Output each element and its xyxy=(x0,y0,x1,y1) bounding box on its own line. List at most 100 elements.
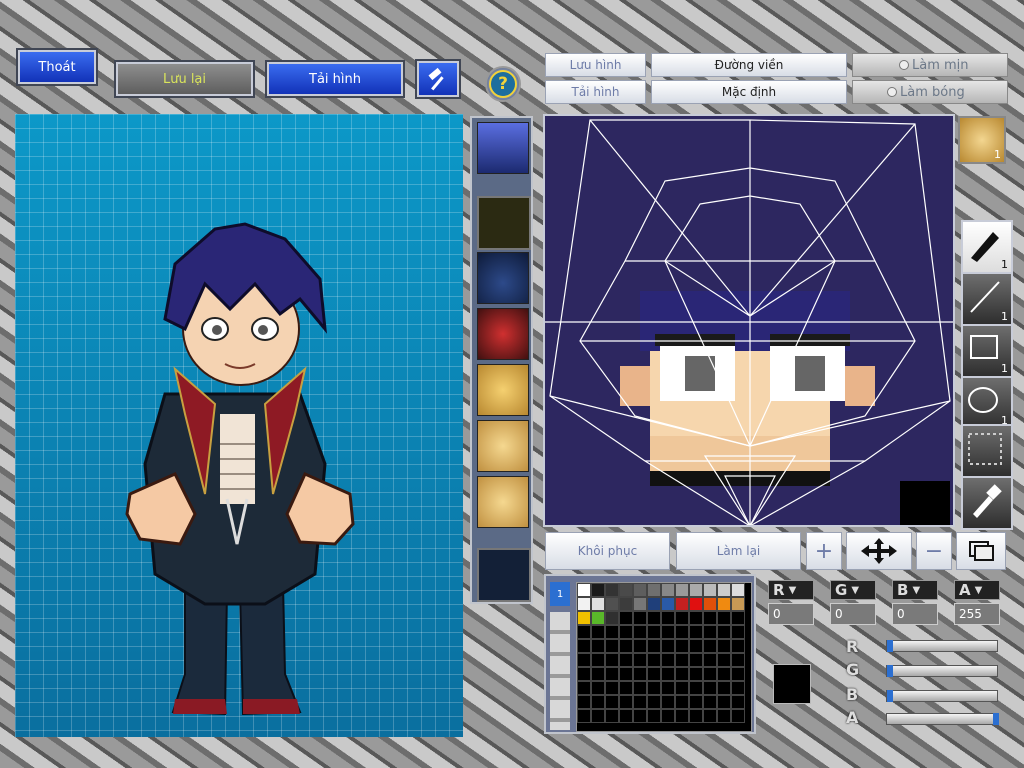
color-swatch[interactable] xyxy=(717,695,731,709)
a-value-field[interactable]: 255 xyxy=(954,603,1000,625)
color-swatch[interactable] xyxy=(577,611,591,625)
color-swatch[interactable] xyxy=(605,597,619,611)
color-swatch[interactable] xyxy=(619,639,633,653)
color-swatch[interactable] xyxy=(675,611,689,625)
color-swatch[interactable] xyxy=(675,583,689,597)
g-slider-knob[interactable] xyxy=(887,665,893,677)
color-swatch[interactable] xyxy=(717,709,731,723)
color-swatch[interactable] xyxy=(731,653,745,667)
color-swatch[interactable] xyxy=(633,611,647,625)
color-swatch[interactable] xyxy=(703,611,717,625)
color-swatch[interactable] xyxy=(647,583,661,597)
color-swatch[interactable] xyxy=(591,583,605,597)
color-swatch[interactable] xyxy=(717,625,731,639)
color-swatch[interactable] xyxy=(689,639,703,653)
color-swatch[interactable] xyxy=(647,597,661,611)
b-slider[interactable] xyxy=(886,690,998,702)
color-swatch[interactable] xyxy=(731,639,745,653)
color-swatch[interactable] xyxy=(591,625,605,639)
b-channel-dropdown[interactable]: B ▼ xyxy=(892,580,938,600)
color-swatch[interactable] xyxy=(605,681,619,695)
color-swatch[interactable] xyxy=(675,639,689,653)
color-swatch[interactable] xyxy=(703,653,717,667)
color-swatch[interactable] xyxy=(703,681,717,695)
color-swatch[interactable] xyxy=(703,709,717,723)
face-part-thumb[interactable]: 1 xyxy=(958,116,1006,164)
color-swatch[interactable] xyxy=(633,583,647,597)
color-swatch[interactable] xyxy=(577,625,591,639)
color-swatch[interactable] xyxy=(675,625,689,639)
color-swatch[interactable] xyxy=(731,625,745,639)
color-swatch[interactable] xyxy=(647,639,661,653)
color-swatch[interactable] xyxy=(661,639,675,653)
color-swatch[interactable] xyxy=(689,667,703,681)
color-swatch[interactable] xyxy=(675,597,689,611)
color-swatch[interactable] xyxy=(577,653,591,667)
eyedropper-tool[interactable] xyxy=(961,476,1013,530)
color-swatch[interactable] xyxy=(619,667,633,681)
g-channel-dropdown[interactable]: G ▼ xyxy=(830,580,876,600)
a-slider[interactable] xyxy=(886,713,999,725)
color-swatch[interactable] xyxy=(577,597,591,611)
default-button[interactable]: Mặc định xyxy=(651,80,847,104)
g-value-field[interactable]: 0 xyxy=(830,603,876,625)
color-swatch[interactable] xyxy=(605,625,619,639)
restore-button[interactable]: Khôi phục xyxy=(545,532,670,570)
color-swatch[interactable] xyxy=(717,681,731,695)
color-swatch[interactable] xyxy=(647,681,661,695)
color-swatch[interactable] xyxy=(675,653,689,667)
color-swatch[interactable] xyxy=(731,611,745,625)
color-swatch[interactable] xyxy=(577,709,591,723)
color-swatch[interactable] xyxy=(591,681,605,695)
save-image-button[interactable]: Lưu hình xyxy=(545,53,646,77)
color-swatch[interactable] xyxy=(647,667,661,681)
color-swatch[interactable] xyxy=(689,597,703,611)
color-swatch[interactable] xyxy=(717,639,731,653)
r-slider[interactable] xyxy=(886,640,998,652)
color-swatch[interactable] xyxy=(605,653,619,667)
part-thumb-armor[interactable] xyxy=(477,308,529,360)
color-swatch[interactable] xyxy=(619,653,633,667)
redo-button[interactable]: Làm lại xyxy=(676,532,801,570)
color-swatch[interactable] xyxy=(605,695,619,709)
pen-tool[interactable]: 1 xyxy=(961,220,1013,274)
color-swatch[interactable] xyxy=(717,583,731,597)
color-swatch[interactable] xyxy=(633,639,647,653)
line-tool[interactable]: 1 xyxy=(961,272,1013,326)
color-swatch[interactable] xyxy=(633,653,647,667)
color-swatch[interactable] xyxy=(717,597,731,611)
smooth-option[interactable]: Làm mịn xyxy=(852,53,1008,77)
color-swatch[interactable] xyxy=(689,583,703,597)
color-swatch[interactable] xyxy=(619,597,633,611)
color-swatch[interactable] xyxy=(591,597,605,611)
color-swatch[interactable] xyxy=(619,695,633,709)
color-swatch[interactable] xyxy=(689,653,703,667)
move-button[interactable] xyxy=(846,532,912,570)
part-thumb-face-1[interactable] xyxy=(477,364,529,416)
color-swatch[interactable] xyxy=(633,625,647,639)
color-swatch[interactable] xyxy=(633,667,647,681)
part-thumb-empty[interactable] xyxy=(477,196,531,250)
shade-option[interactable]: Làm bóng xyxy=(852,80,1008,104)
color-swatch[interactable] xyxy=(577,695,591,709)
color-swatch[interactable] xyxy=(619,709,633,723)
color-swatch[interactable] xyxy=(591,695,605,709)
zoom-out-button[interactable]: − xyxy=(916,532,952,570)
color-swatch[interactable] xyxy=(661,583,675,597)
load-image-button[interactable]: Tải hình xyxy=(545,80,646,104)
color-swatch[interactable] xyxy=(731,695,745,709)
color-swatch[interactable] xyxy=(689,611,703,625)
color-swatch[interactable] xyxy=(647,611,661,625)
color-swatch[interactable] xyxy=(731,583,745,597)
palette-tabs[interactable] xyxy=(550,612,570,730)
color-swatch[interactable] xyxy=(703,583,717,597)
color-swatch[interactable] xyxy=(661,667,675,681)
color-swatch[interactable] xyxy=(731,667,745,681)
save-button[interactable]: Lưu lại xyxy=(114,60,255,98)
color-swatch[interactable] xyxy=(661,625,675,639)
part-thumb-avatar[interactable] xyxy=(477,122,529,174)
color-swatch[interactable] xyxy=(661,611,675,625)
color-swatch[interactable] xyxy=(605,709,619,723)
color-swatch[interactable] xyxy=(619,583,633,597)
color-swatch[interactable] xyxy=(591,639,605,653)
